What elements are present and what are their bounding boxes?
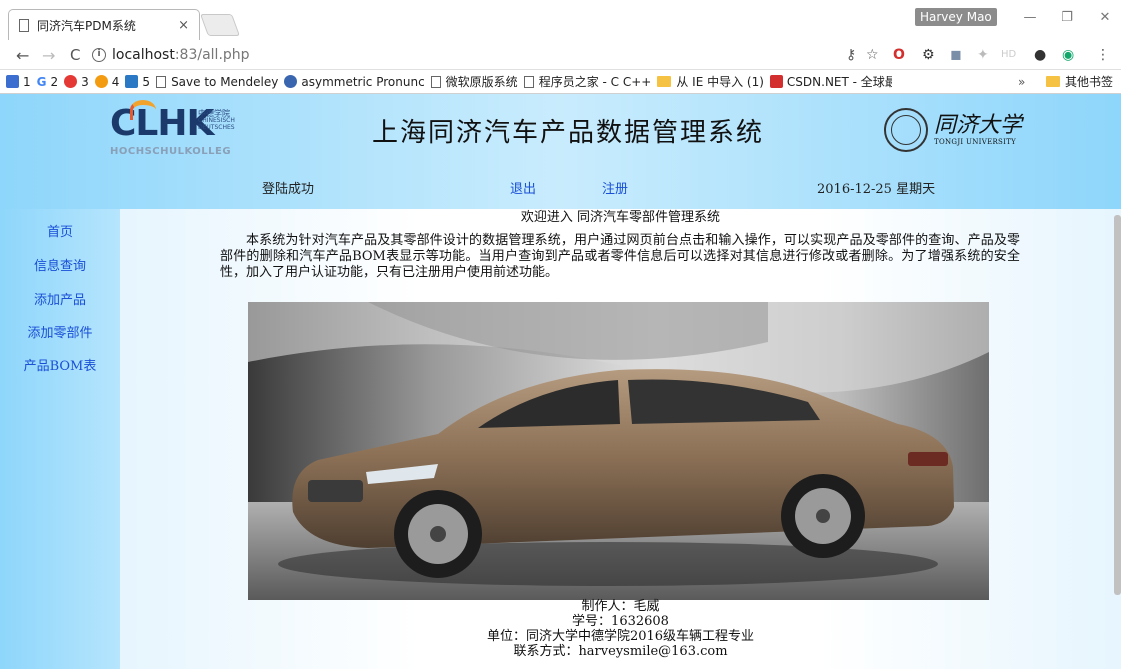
address-bar[interactable]: i localhost :83/all.php — [92, 44, 1095, 66]
folder-icon — [657, 76, 672, 87]
close-window-icon[interactable]: ✕ — [1095, 10, 1115, 25]
bookmark-icon — [6, 75, 19, 88]
intro-paragraph: 本系统为针对汽车产品及其零部件设计的数据管理系统，用户通过网页前台点击和输入操作… — [220, 233, 1020, 280]
logo-side-text: 中德学院 CHINESISCH DEUTSCHES — [198, 109, 235, 132]
main-content: 欢迎进入 同济汽车零部件管理系统 本系统为针对汽车产品及其零部件设计的数据管理系… — [120, 209, 1121, 669]
folder-icon — [1046, 76, 1060, 87]
extension-icon[interactable]: ✦ — [977, 47, 989, 63]
page-icon — [156, 75, 167, 88]
bookmark-item[interactable]: asymmetric Pronunc — [284, 75, 425, 89]
car-photo — [248, 302, 989, 600]
browser-tab[interactable]: 同济汽车PDM系统 × — [8, 9, 200, 40]
reload-icon[interactable]: C — [70, 46, 80, 64]
key-icon[interactable]: ⚷ — [846, 47, 856, 63]
bookmark-item[interactable]: 5 — [125, 75, 150, 89]
other-bookmarks-folder[interactable]: 其他书签 — [1046, 73, 1113, 90]
bookmark-star-icon[interactable]: ☆ — [866, 47, 879, 63]
sidebar-item-add-product[interactable]: 添加产品 — [0, 289, 120, 308]
sidebar-nav: 首页 信息查询 添加产品 添加零部件 产品BOM表 — [0, 209, 120, 669]
bookmark-item[interactable]: 程序员之家 - C C++ — [523, 73, 651, 90]
university-name-cn: 同济大学 — [934, 113, 1023, 138]
profile-badge[interactable]: Harvey Mao — [915, 8, 997, 26]
bookmark-item[interactable]: G2 — [37, 75, 59, 89]
tongji-logo: 同济大学 TONGJI UNIVERSITY — [884, 108, 1022, 152]
forward-icon[interactable]: → — [42, 46, 55, 65]
evernote-icon[interactable]: ● — [1034, 47, 1046, 63]
clhk-logo: CLHK 中德学院 CHINESISCH DEUTSCHES HOCHSCHUL… — [110, 100, 260, 160]
tab-title: 同济汽车PDM系统 — [37, 18, 136, 33]
bookmarks-bar: 1 G2 3 4 5 Save to Mendeley asymmetric P… — [0, 70, 1121, 94]
extension-icon[interactable]: ◉ — [1062, 47, 1074, 63]
web-page: CLHK 中德学院 CHINESISCH DEUTSCHES HOCHSCHUL… — [0, 94, 1121, 669]
page-icon — [19, 18, 29, 32]
url-host: localhost — [112, 47, 175, 63]
bookmark-item[interactable]: 3 — [64, 75, 89, 89]
hd-icon[interactable]: HD — [1001, 49, 1016, 60]
login-status: 登陆成功 — [262, 182, 315, 197]
sidebar-item-query[interactable]: 信息查询 — [0, 255, 120, 274]
logo-subtitle: HOCHSCHULKOLLEG — [110, 146, 232, 157]
footer-contact: 联系方式：harveysmile@163.com — [513, 644, 728, 659]
back-icon[interactable]: ← — [16, 46, 29, 65]
current-date: 2016-12-25 星期天 — [817, 182, 936, 197]
bookmark-folder[interactable]: 从 IE 中导入 (1) — [657, 73, 764, 90]
bookmark-item[interactable]: 微软原版系统 — [430, 73, 518, 90]
page-scrollbar[interactable] — [1114, 215, 1121, 595]
footer-author: 制作人：毛威 — [581, 599, 660, 614]
google-icon: G — [36, 74, 47, 89]
site-title: 上海同济汽车产品数据管理系统 — [372, 118, 765, 148]
bookmarks-more-icon[interactable]: » — [1018, 75, 1025, 89]
minimize-icon[interactable]: — — [1020, 10, 1040, 25]
page-icon — [430, 75, 441, 88]
url-path: :83/all.php — [174, 47, 250, 63]
university-name-en: TONGJI UNIVERSITY — [934, 138, 1017, 146]
university-seal-icon — [884, 108, 928, 152]
extension-icon[interactable]: ⚙ — [922, 47, 935, 63]
restore-icon[interactable]: ❐ — [1057, 10, 1077, 25]
bookmark-icon — [284, 75, 298, 88]
car-illustration — [248, 302, 989, 600]
browser-toolbar: ← → C i localhost :83/all.php ⚷ ☆ O ⚙ ◼ … — [0, 40, 1121, 70]
bookmark-icon — [64, 75, 78, 88]
browser-titlebar: 同济汽车PDM系统 × Harvey Mao — ❐ ✕ — [0, 0, 1121, 40]
register-link[interactable]: 注册 — [602, 178, 628, 197]
logo-arc-icon — [130, 100, 156, 120]
logout-link[interactable]: 退出 — [510, 178, 536, 197]
bookmark-icon — [94, 75, 108, 88]
extension-icon[interactable]: ◼ — [950, 47, 962, 63]
opera-icon[interactable]: O — [893, 47, 905, 63]
menu-icon[interactable]: ⋮ — [1096, 47, 1110, 63]
footer-student-id: 学号：1632608 — [572, 614, 669, 629]
bookmark-icon — [769, 75, 783, 88]
tab-close-icon[interactable]: × — [178, 18, 189, 33]
sidebar-item-bom[interactable]: 产品BOM表 — [0, 355, 120, 374]
bookmark-item[interactable]: 4 — [94, 75, 119, 89]
page-header: CLHK 中德学院 CHINESISCH DEUTSCHES HOCHSCHUL… — [0, 94, 1121, 209]
page-icon — [523, 75, 534, 88]
sidebar-item-add-part[interactable]: 添加零部件 — [0, 322, 120, 341]
bookmark-icon — [125, 75, 139, 88]
page-footer: 制作人：毛威 学号：1632608 单位：同济大学中德学院2016级车辆工程专业… — [120, 599, 1121, 659]
sidebar-item-home[interactable]: 首页 — [0, 221, 120, 240]
bookmark-item[interactable]: Save to Mendeley — [156, 75, 278, 89]
footer-unit: 单位：同济大学中德学院2016级车辆工程专业 — [486, 629, 755, 644]
welcome-heading: 欢迎进入 同济汽车零部件管理系统 — [520, 210, 721, 225]
bookmark-item[interactable]: CSDN.NET - 全球最大 — [769, 73, 892, 90]
bookmark-item[interactable]: 1 — [6, 75, 31, 89]
site-info-icon[interactable]: i — [92, 48, 106, 62]
new-tab-button[interactable] — [199, 14, 241, 36]
